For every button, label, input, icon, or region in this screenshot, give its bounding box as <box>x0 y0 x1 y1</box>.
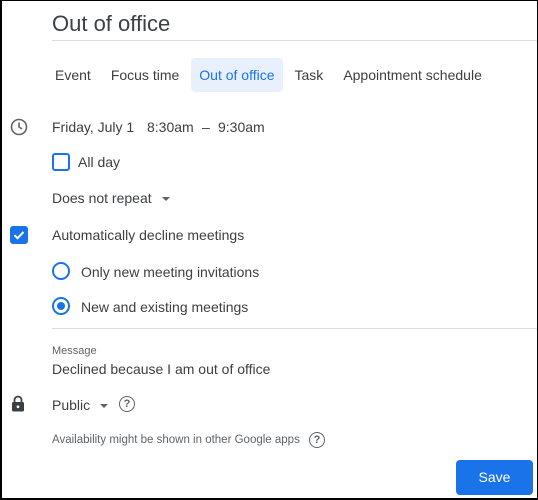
repeat-value: Does not repeat <box>52 190 152 206</box>
tab-out-of-office[interactable]: Out of office <box>191 58 283 92</box>
repeat-dropdown[interactable]: Does not repeat <box>52 190 170 206</box>
save-button[interactable]: Save <box>456 460 533 495</box>
auto-decline-label: Automatically decline meetings <box>52 227 245 243</box>
all-day-label: All day <box>78 154 121 170</box>
clock-icon <box>10 118 28 141</box>
radio-only-new-label: Only new meeting invitations <box>81 264 260 280</box>
divider <box>52 328 537 329</box>
tab-task[interactable]: Task <box>287 58 332 92</box>
chevron-down-icon <box>100 404 109 409</box>
tab-event[interactable]: Event <box>47 58 99 92</box>
time-separator: – <box>202 119 210 135</box>
tab-appointment-schedule[interactable]: Appointment schedule <box>335 58 490 92</box>
availability-note: Availability might be shown in other Goo… <box>52 434 300 446</box>
radio-new-and-existing[interactable] <box>52 297 70 315</box>
tab-focus-time[interactable]: Focus time <box>103 58 187 92</box>
message-label: Message <box>52 345 97 357</box>
visibility-dropdown[interactable]: Public <box>52 397 109 413</box>
help-icon[interactable]: ? <box>119 396 135 412</box>
chevron-down-icon <box>161 197 170 202</box>
start-time-field[interactable]: 8:30am <box>147 119 194 135</box>
date-field[interactable]: Friday, July 1 <box>52 119 134 135</box>
event-title[interactable]: Out of office <box>52 11 170 37</box>
visibility-value: Public <box>52 397 91 413</box>
radio-new-and-existing-label: New and existing meetings <box>81 299 249 315</box>
all-day-checkbox[interactable] <box>52 153 70 171</box>
lock-icon <box>11 395 25 417</box>
radio-only-new[interactable] <box>52 262 70 280</box>
auto-decline-checkbox[interactable] <box>10 226 28 244</box>
message-input[interactable]: Declined because I am out of office <box>52 361 270 377</box>
title-underline <box>52 40 537 41</box>
end-time-field[interactable]: 9:30am <box>218 119 265 135</box>
event-type-tabs: Event Focus time Out of office Task Appo… <box>47 58 494 92</box>
help-icon[interactable]: ? <box>309 432 325 448</box>
